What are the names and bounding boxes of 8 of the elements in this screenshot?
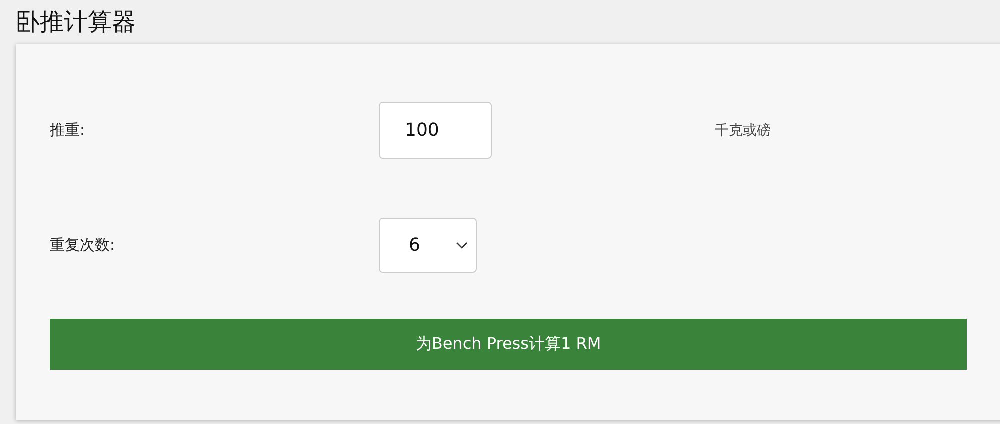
calculate-button[interactable]: 为Bench Press计算1 RM bbox=[50, 319, 967, 370]
unit-label: 千克或磅 bbox=[715, 122, 772, 140]
chevron-down-icon bbox=[456, 242, 468, 250]
page-title: 卧推计算器 bbox=[16, 7, 137, 38]
field-label: 推重: bbox=[50, 121, 86, 140]
weight-input[interactable]: 100 bbox=[379, 102, 492, 159]
field-label: 重复次数: bbox=[50, 236, 116, 255]
reps-select[interactable]: 6 bbox=[379, 218, 477, 273]
